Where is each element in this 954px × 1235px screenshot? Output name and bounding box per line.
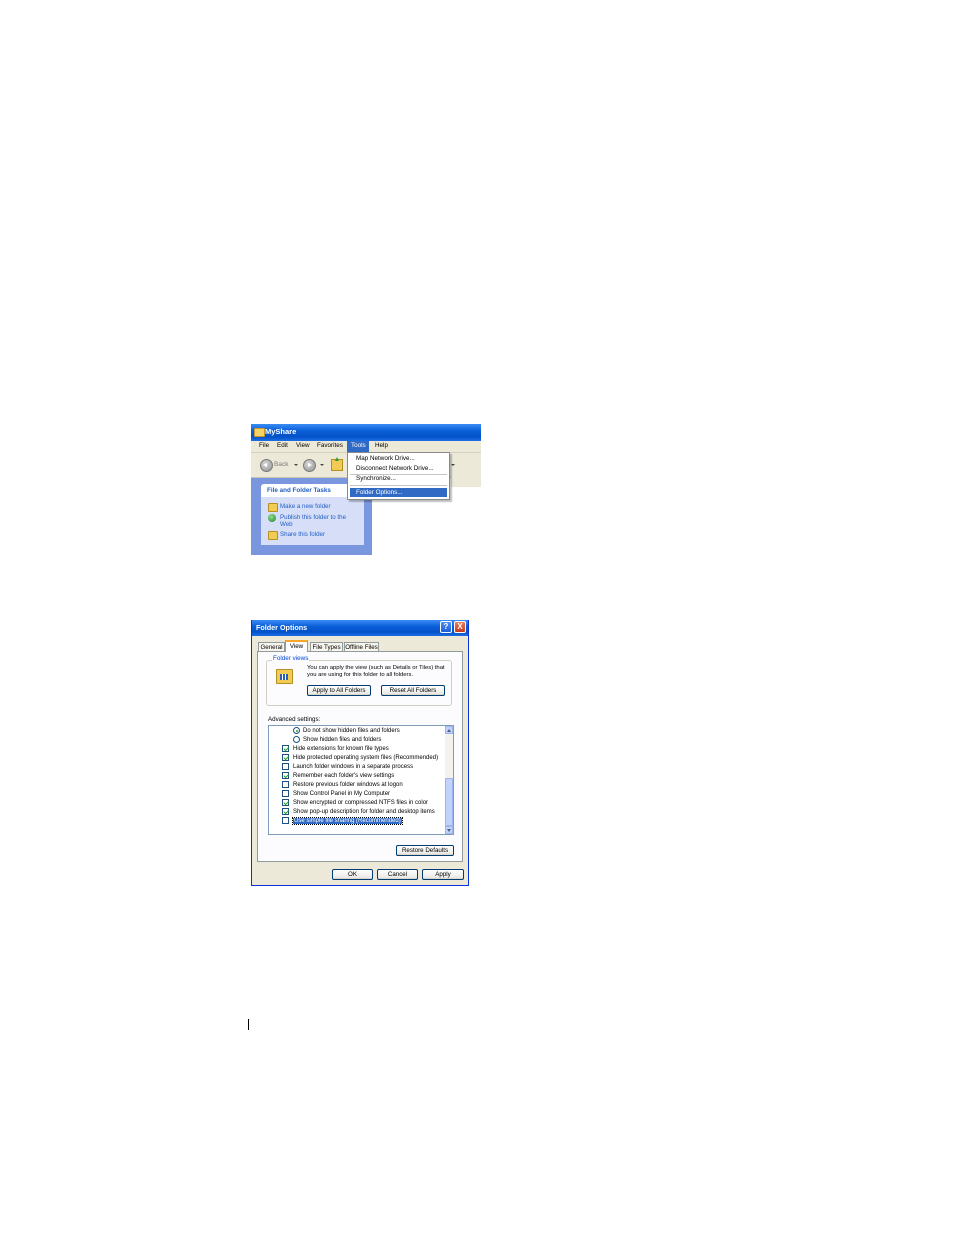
chevron-down-icon[interactable] — [320, 464, 324, 466]
cancel-label: Cancel — [387, 871, 408, 878]
share-folder-icon — [268, 531, 278, 540]
window-title: MyShare — [265, 427, 297, 436]
dialog-title: Folder Options — [256, 623, 308, 632]
tab-general-label: General — [260, 643, 283, 651]
close-icon: X — [457, 622, 463, 631]
scrollbar-thumb[interactable] — [445, 778, 453, 826]
setting-row[interactable]: Show encrypted or compressed NTFS files … — [269, 798, 445, 807]
globe-icon — [268, 514, 276, 522]
checkbox[interactable] — [282, 817, 289, 824]
radio-button[interactable] — [293, 727, 300, 734]
advanced-settings-label: Advanced settings: — [268, 716, 321, 723]
address-area — [451, 477, 481, 487]
setting-label: Show pop-up description for folder and d… — [293, 808, 435, 815]
scroll-down-icon[interactable] — [445, 826, 453, 834]
setting-row[interactable]: Hide protected operating system files (R… — [269, 753, 445, 762]
setting-row[interactable]: Remember each folder's view settings — [269, 771, 445, 780]
setting-label: Hide protected operating system files (R… — [293, 754, 439, 761]
tab-offline-files-label: Offline Files — [345, 643, 378, 651]
page-margin-bar — [248, 1019, 249, 1030]
menu-favorites[interactable]: Favorites — [317, 442, 343, 449]
setting-row[interactable]: Restore previous folder windows at logon — [269, 780, 445, 789]
tab-offline-files[interactable]: Offline Files — [344, 642, 379, 651]
checkbox[interactable] — [282, 772, 289, 779]
back-arrow-icon[interactable] — [260, 459, 273, 472]
menu-item-map-network-drive[interactable]: Map Network Drive... — [356, 455, 415, 462]
menu-separator — [350, 485, 447, 486]
setting-row[interactable]: Hide extensions for known file types — [269, 744, 445, 753]
forward-arrow-icon[interactable] — [303, 459, 316, 472]
setting-label: Show hidden files and folders — [303, 736, 382, 743]
task-share-folder[interactable]: Share this folder — [280, 531, 325, 538]
setting-row-selected[interactable]: Use simple file sharing (Recommended) — [269, 816, 445, 825]
setting-label: Restore previous folder windows at logon — [293, 781, 403, 788]
help-icon: ? — [443, 622, 449, 631]
menu-help[interactable]: Help — [375, 442, 388, 449]
radio-button[interactable] — [293, 736, 300, 743]
setting-row[interactable]: Show Control Panel in My Computer — [269, 789, 445, 798]
setting-label: Launch folder windows in a separate proc… — [293, 763, 414, 770]
close-button[interactable]: X — [454, 621, 466, 633]
setting-row[interactable]: Do not show hidden files and folders — [269, 726, 445, 735]
menu-edit[interactable]: Edit — [277, 442, 288, 449]
menu-item-folder-options[interactable]: Folder Options... — [356, 489, 403, 496]
reset-all-folders-button[interactable]: Reset All Folders — [381, 685, 445, 696]
checkbox[interactable] — [282, 799, 289, 806]
task-publish-folder-web[interactable]: Web — [280, 521, 293, 528]
checkbox[interactable] — [282, 808, 289, 815]
checkbox[interactable] — [282, 745, 289, 752]
setting-label: Hide extensions for known file types — [293, 745, 389, 752]
tab-file-types[interactable]: File Types — [310, 642, 343, 651]
setting-row[interactable]: Launch folder windows in a separate proc… — [269, 762, 445, 771]
chevron-down-icon[interactable] — [451, 464, 455, 466]
task-group-title[interactable]: File and Folder Tasks — [267, 487, 331, 494]
checkbox[interactable] — [282, 781, 289, 788]
tab-view[interactable]: View — [285, 640, 308, 652]
back-button-label[interactable]: Back — [274, 461, 288, 469]
tab-view-label: View — [289, 643, 304, 650]
explorer-window: MyShare File Edit View Favorites Tools H… — [251, 424, 481, 555]
setting-label: Show Control Panel in My Computer — [293, 790, 391, 797]
apply-to-all-folders-button[interactable]: Apply to All Folders — [307, 685, 371, 696]
menu-view[interactable]: View — [296, 442, 310, 449]
folder-views-label: Folder views — [272, 655, 310, 663]
checkbox[interactable] — [282, 790, 289, 797]
apply-to-all-folders-label: Apply to All Folders — [312, 687, 366, 694]
restore-defaults-label: Restore Defaults — [401, 847, 449, 854]
menu-tools[interactable]: Tools — [351, 442, 366, 449]
folder-views-icon — [276, 669, 293, 684]
menu-item-disconnect-network-drive[interactable]: Disconnect Network Drive... — [356, 465, 434, 472]
setting-label: Show encrypted or compressed NTFS files … — [293, 799, 429, 806]
help-button[interactable]: ? — [440, 621, 452, 633]
folder-views-description-2: you are using for this folder to all fol… — [307, 672, 414, 678]
apply-button[interactable]: Apply — [422, 869, 464, 880]
ok-button[interactable]: OK — [332, 869, 373, 880]
cancel-button[interactable]: Cancel — [377, 869, 418, 880]
folder-icon — [254, 428, 265, 437]
folder-options-dialog: Folder Options ? X General View File Typ… — [251, 620, 469, 886]
tab-file-types-label: File Types — [312, 643, 341, 651]
checkbox[interactable] — [282, 754, 289, 761]
menu-file[interactable]: File — [259, 442, 269, 449]
chevron-down-icon[interactable] — [294, 464, 298, 466]
setting-row[interactable]: Show pop-up description for folder and d… — [269, 807, 445, 816]
new-folder-icon — [268, 503, 278, 512]
setting-label: Remember each folder's view settings — [293, 772, 395, 779]
checkbox[interactable] — [282, 763, 289, 770]
task-make-new-folder[interactable]: Make a new folder — [280, 503, 331, 510]
setting-label-selected: Use simple file sharing (Recommended) — [292, 816, 403, 825]
scroll-up-icon[interactable] — [445, 726, 453, 734]
tab-general[interactable]: General — [258, 642, 285, 651]
folder-up-icon[interactable] — [331, 457, 343, 471]
reset-all-folders-label: Reset All Folders — [389, 687, 437, 694]
tools-dropdown-menu: Map Network Drive... Disconnect Network … — [347, 452, 450, 500]
apply-label: Apply — [435, 871, 451, 878]
setting-label: Do not show hidden files and folders — [303, 727, 400, 734]
restore-defaults-button[interactable]: Restore Defaults — [396, 845, 454, 856]
ok-label: OK — [348, 871, 357, 878]
setting-row[interactable]: Show hidden files and folders — [269, 735, 445, 744]
menu-item-synchronize[interactable]: Synchronize... — [356, 475, 396, 482]
